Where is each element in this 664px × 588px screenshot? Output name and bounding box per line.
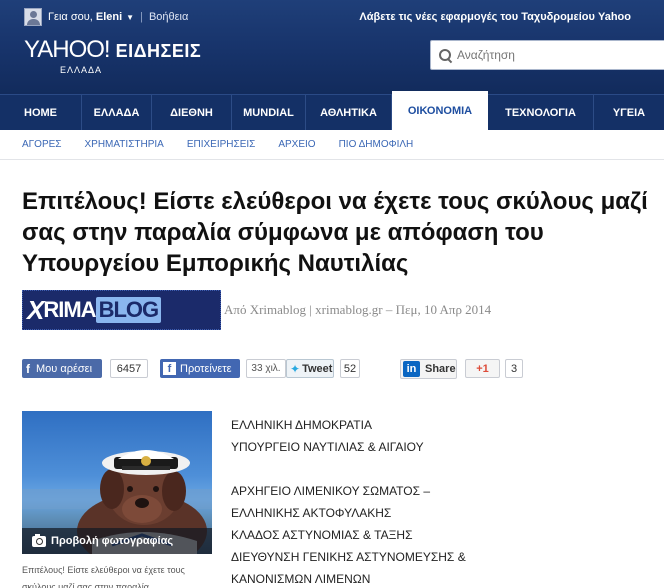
main-nav: HOME ΕΛΛΑΔΑ ΔΙΕΘΝΗ MUNDIAL ΑΘΛΗΤΙΚΑ ΟΙΚΟ… (0, 91, 664, 130)
view-photo-label: Προβολή φωτογραφίας (51, 535, 174, 547)
nav-tab-health[interactable]: ΥΓΕΙΑ (594, 95, 664, 130)
article-byline: Από Xrimablog | xrimablog.gr – Πεμ, 10 Α… (224, 302, 492, 317)
linkedin-share-label: Share (425, 363, 456, 375)
nav-tab-economy[interactable]: ΟΙΚΟΝΟΜΙΑ (392, 91, 488, 130)
subnav-most-popular[interactable]: ΠΙΟ ΔΗΜΟΦΙΛΗ (339, 139, 414, 150)
source-logo-name: RIMA (43, 297, 96, 322)
camera-icon (32, 533, 46, 547)
facebook-like-button[interactable]: f Μου αρέσει (22, 359, 102, 378)
linkedin-share-button[interactable]: in Share (400, 359, 457, 379)
source-logo[interactable]: X RIMA BLOG (22, 290, 221, 330)
body-line: ΕΛΛΗΝΙΚΗΣ ΑΚΤΟΦΥΛΑΚΗΣ (231, 506, 392, 520)
user-menu[interactable]: Γεια σου, Eleni ▼ | Βοήθεια (24, 8, 188, 26)
subnav-archive[interactable]: ΑΡΧΕΙΟ (278, 139, 315, 150)
nav-tab-mundial[interactable]: MUNDIAL (232, 95, 306, 130)
google-plus-button[interactable]: +1 (465, 359, 500, 378)
nav-tab-sports[interactable]: ΑΘΛΗΤΙΚΑ (306, 95, 392, 130)
facebook-like-label: Μου αρέσει (36, 362, 93, 375)
tweet-button[interactable]: ✦ Tweet (286, 359, 334, 378)
chevron-down-icon[interactable]: ▼ (126, 13, 134, 22)
article-body: ΕΛΛΗΝΙΚΗ ΔΗΜΟΚΡΑΤΙΑ ΥΠΟΥΡΓΕΙΟ ΝΑΥΤΙΛΙΑΣ … (231, 414, 651, 588)
nav-tab-world[interactable]: ΔΙΕΘΝΗ (152, 95, 232, 130)
yahoo-news-logo[interactable]: YAHOO! ΕΙΔΗΣΕΙΣ ΕΛΛΑΔΑ (24, 36, 202, 75)
tweet-count: 52 (340, 359, 360, 378)
article-photo[interactable]: Προβολή φωτογραφίας (22, 411, 212, 554)
user-name[interactable]: Eleni (96, 11, 122, 23)
facebook-icon: f (26, 361, 30, 376)
tweet-label: Tweet (302, 362, 333, 375)
body-line: ΚΛΑΔΟΣ ΑΣΤΥΝΟΜΙΑΣ & ΤΑΞΗΣ (231, 528, 413, 542)
source-logo-prefix: X (27, 294, 44, 325)
nav-tab-technology[interactable]: ΤΕΧΝΟΛΟΓΙΑ (488, 95, 594, 130)
facebook-recommend-button[interactable]: f Προτείνετε (160, 359, 240, 378)
body-line: ΑΡΧΗΓΕΙΟ ΛΙΜΕΝΙΚΟΥ ΣΩΜΑΤΟΣ – (231, 484, 431, 498)
linkedin-icon: in (403, 361, 420, 377)
body-line: ΥΠΟΥΡΓΕΙΟ ΝΑΥΤΙΛΙΑΣ & ΑΙΓΑΙΟΥ (231, 440, 424, 454)
search-icon[interactable] (439, 48, 452, 62)
body-line: ΕΛΛΗΝΙΚΗ ΔΗΜΟΚΡΑΤΙΑ (231, 418, 372, 432)
nav-tab-greece[interactable]: ΕΛΛΑΔΑ (82, 95, 152, 130)
google-plus-label: +1 (476, 362, 489, 375)
photo-caption: Επιτέλους! Είστε ελεύθεροι να έχετε τους… (22, 565, 185, 588)
logo-section-text: ΕΙΔΗΣΕΙΣ (115, 41, 202, 61)
search-box[interactable] (430, 40, 664, 70)
body-line: ΔΙΕΥΘΥΝΣΗ ΓΕΝΙΚΗΣ ΑΣΤΥΝΟΜΕΥΣΗΣ & (231, 550, 466, 564)
facebook-like-count: 6457 (110, 359, 148, 378)
facebook-recommend-label: Προτείνετε (180, 362, 232, 375)
header-separator: | (140, 11, 143, 23)
subnav-businesses[interactable]: ΕΠΙΧΕΙΡΗΣΕΙΣ (187, 139, 256, 150)
nav-tab-home[interactable]: HOME (0, 95, 82, 130)
user-greeting[interactable]: Γεια σου, Eleni (48, 11, 122, 23)
article-headline: Επιτέλους! Είστε ελεύθεροι να έχετε τους… (22, 188, 648, 277)
twitter-bird-icon: ✦ (290, 361, 301, 376)
subnav-markets[interactable]: ΑΓΟΡΕΣ (22, 139, 61, 150)
facebook-recommend-count: 33 χιλ. (246, 359, 286, 378)
google-plus-count: 3 (505, 359, 523, 378)
help-link[interactable]: Βοήθεια (149, 11, 188, 23)
body-line: ΚΑΝΟΝΙΣΜΩΝ ΛΙΜΕΝΩΝ (231, 572, 371, 586)
user-avatar-icon[interactable] (24, 8, 42, 26)
source-logo-suffix: BLOG (95, 297, 162, 323)
mail-apps-promo-link[interactable]: Λάβετε τις νέες εφαρμογές του Ταχυδρομεί… (359, 11, 631, 23)
logo-yahoo-text: YAHOO! (24, 36, 111, 63)
sub-nav: ΑΓΟΡΕΣ ΧΡΗΜΑΤΙΣΤΗΡΙΑ ΕΠΙΧΕΙΡΗΣΕΙΣ ΑΡΧΕΙΟ… (0, 130, 664, 160)
view-photo-overlay[interactable]: Προβολή φωτογραφίας (22, 528, 212, 554)
logo-region-text: ΕΛΛΑΔΑ (60, 65, 103, 75)
facebook-icon: f (163, 362, 176, 375)
search-input[interactable] (457, 48, 657, 62)
subnav-stock-exchanges[interactable]: ΧΡΗΜΑΤΙΣΤΗΡΙΑ (84, 139, 163, 150)
site-header: Γεια σου, Eleni ▼ | Βοήθεια Λάβετε τις ν… (0, 0, 664, 94)
